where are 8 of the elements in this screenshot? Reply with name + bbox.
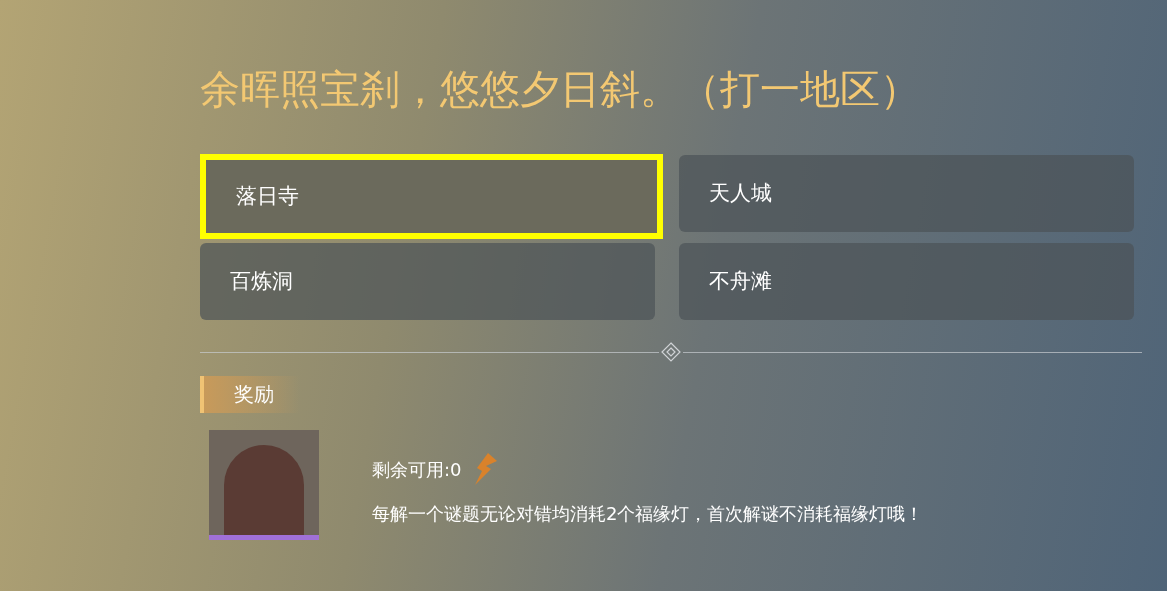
answer-option[interactable]: 天人城 bbox=[679, 155, 1134, 232]
diamond-ornament-icon bbox=[661, 342, 681, 362]
answer-option[interactable]: 不舟滩 bbox=[679, 243, 1134, 320]
rule-note: 每解一个谜题无论对错均消耗2个福缘灯，首次解谜不消耗福缘灯哦！ bbox=[372, 502, 924, 526]
answer-option[interactable]: 百炼洞 bbox=[200, 243, 655, 320]
remaining-count: 剩余可用:0 bbox=[372, 457, 462, 482]
question-title: 余晖照宝刹，悠悠夕日斜。（打一地区） bbox=[200, 65, 921, 114]
answer-option[interactable]: 落日寺 bbox=[200, 154, 663, 239]
